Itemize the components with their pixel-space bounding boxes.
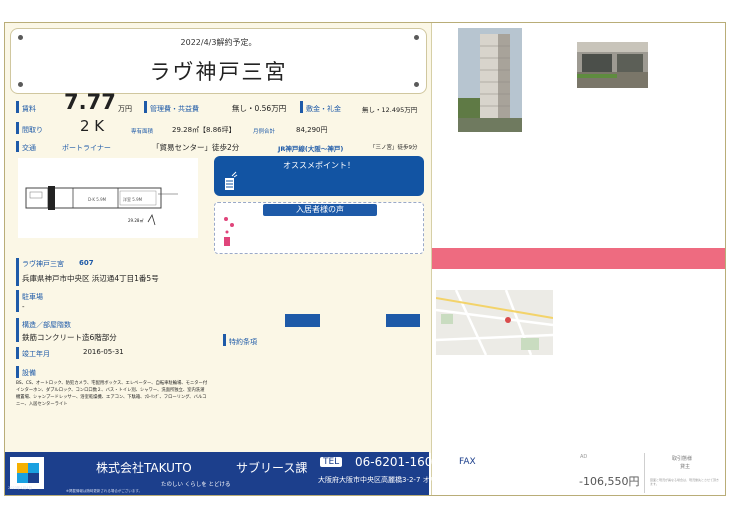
transaction-label: 取引態様 xyxy=(672,456,693,462)
access-label: 交通 xyxy=(22,144,36,152)
floor-plan-drawing: D·K 5.9M 洋室 5.9M xyxy=(25,186,178,226)
parking-label: 駐車場 xyxy=(22,293,43,301)
mgmt-value: 無し・0.56万円 xyxy=(232,104,287,113)
monthly-value: 84,290円 xyxy=(296,126,328,134)
special-blue-block-1 xyxy=(285,314,320,327)
fax-label: FAX xyxy=(456,457,479,467)
rent-label: 賃料 xyxy=(22,105,36,113)
title-card: 2022/4/3解約予定。 ラヴ神戸三宮 xyxy=(10,28,427,94)
rent-unit: 万円 xyxy=(118,105,132,113)
resident-voice-box: 入居者様の声 xyxy=(214,202,424,254)
area-label: 専有面積 xyxy=(131,129,154,135)
room-number: 607 xyxy=(79,259,94,267)
special-blue-block-2 xyxy=(386,314,420,327)
svg-text:洋室 5.9M: 洋室 5.9M xyxy=(123,196,143,202)
label-marker xyxy=(16,258,19,286)
plan-dim: 29.28㎡ xyxy=(128,218,144,223)
map-pin-icon xyxy=(505,317,511,323)
layout-label: 間取り xyxy=(22,126,43,134)
transaction-note: 図面と現況が異なる場合は、現況優先とさせて頂きます。 xyxy=(650,478,720,486)
label-marker xyxy=(16,122,19,134)
monthly-label: 月例合計 xyxy=(253,129,276,135)
tel-number[interactable]: 06-6201-1601 xyxy=(355,455,440,469)
floor-plan: D·K 5.9M 洋室 5.9M 29.28㎡ xyxy=(18,158,198,238)
ad-label: AD xyxy=(580,454,588,460)
company-logo xyxy=(10,457,44,489)
division-name: サブリース課 xyxy=(236,461,308,475)
access-line2: JR神戸線(大阪～神戸) xyxy=(278,145,344,153)
label-marker xyxy=(144,101,147,113)
special-label: 特約条項 xyxy=(229,338,257,346)
structure-label: 構造／部屋階数 xyxy=(22,321,71,329)
access-station1: 「貿易センター」徒歩2分 xyxy=(152,143,240,152)
access-station2: 「三ノ宮」徒歩9分 xyxy=(370,145,418,151)
label-marker xyxy=(16,141,19,152)
equipment-label: 設備 xyxy=(22,369,36,377)
label-marker xyxy=(300,101,303,113)
speech-marks-icon xyxy=(224,217,234,246)
address: 兵庫県神戸市中央区 浜辺通4丁目1番5号 xyxy=(22,274,159,283)
building-name: ラヴ神戸三宮 xyxy=(22,260,64,268)
ad-value: -106,550円 xyxy=(579,475,640,488)
rent-amount: 7.77 xyxy=(64,90,116,114)
mgmt-label: 管理費・共益費 xyxy=(150,105,199,113)
label-marker xyxy=(16,366,19,378)
label-marker xyxy=(16,318,19,342)
label-marker xyxy=(16,290,19,312)
tel-label: TEL xyxy=(320,457,343,467)
speaker-icon xyxy=(225,171,238,190)
label-marker xyxy=(16,101,19,113)
company-name: 株式会社TAKUTO xyxy=(96,461,192,475)
access-line1: ポートライナー xyxy=(62,144,111,152)
location-map xyxy=(436,290,553,355)
equipment-text: BS、CS、オートロック、防犯カメラ、宅配用ボックス、エレベーター、自転車駐輪場… xyxy=(16,381,208,407)
deposit-label: 敷金・礼金 xyxy=(306,105,341,113)
footer-date: 2023年4月4日 xyxy=(8,486,32,490)
fax-number: 06-7669-1811 xyxy=(488,458,545,467)
entrance-photo xyxy=(577,42,648,88)
exterior-photo xyxy=(458,28,522,132)
label-marker xyxy=(223,334,226,346)
recommend-point-box: オススメポイント！ xyxy=(214,156,424,196)
cancellation-note: 2022/4/3解約予定。 xyxy=(180,38,257,47)
transaction-value: 貸主 xyxy=(680,464,691,470)
property-title: ラヴ神戸三宮 xyxy=(149,60,288,84)
built-label: 竣工年月 xyxy=(22,350,50,358)
footer-note: ※掲載情報は随時更新される場合がございます。 xyxy=(66,489,143,493)
tagline: たのしい くらしを とどける xyxy=(161,482,231,488)
pink-band xyxy=(432,248,725,269)
recommend-point-title: オススメポイント！ xyxy=(283,161,355,170)
ad-price-box: AD -106,550円 xyxy=(578,453,645,493)
structure-value: 鉄筋コンクリート造6階部分 xyxy=(22,333,117,342)
area-value: 29.28㎡【8.86坪】 xyxy=(172,126,236,134)
built-value: 2016-05-31 xyxy=(83,348,124,356)
resident-voice-title: 入居者様の声 xyxy=(263,204,377,216)
parking-value: - xyxy=(22,303,25,311)
company-address: 大阪府大阪市中央区高麗橋3-2-7 オリックス高麗橋ビル2F xyxy=(318,476,501,484)
deposit-value: 無し・12.495万円 xyxy=(362,106,418,114)
svg-text:D·K 5.9M: D·K 5.9M xyxy=(88,197,107,202)
layout-value: 2 K xyxy=(80,117,105,135)
transaction-type-box: 取引態様 貸主 図面と現況が異なる場合は、現況優先とさせて頂きます。 xyxy=(646,453,725,493)
label-marker xyxy=(16,347,19,359)
